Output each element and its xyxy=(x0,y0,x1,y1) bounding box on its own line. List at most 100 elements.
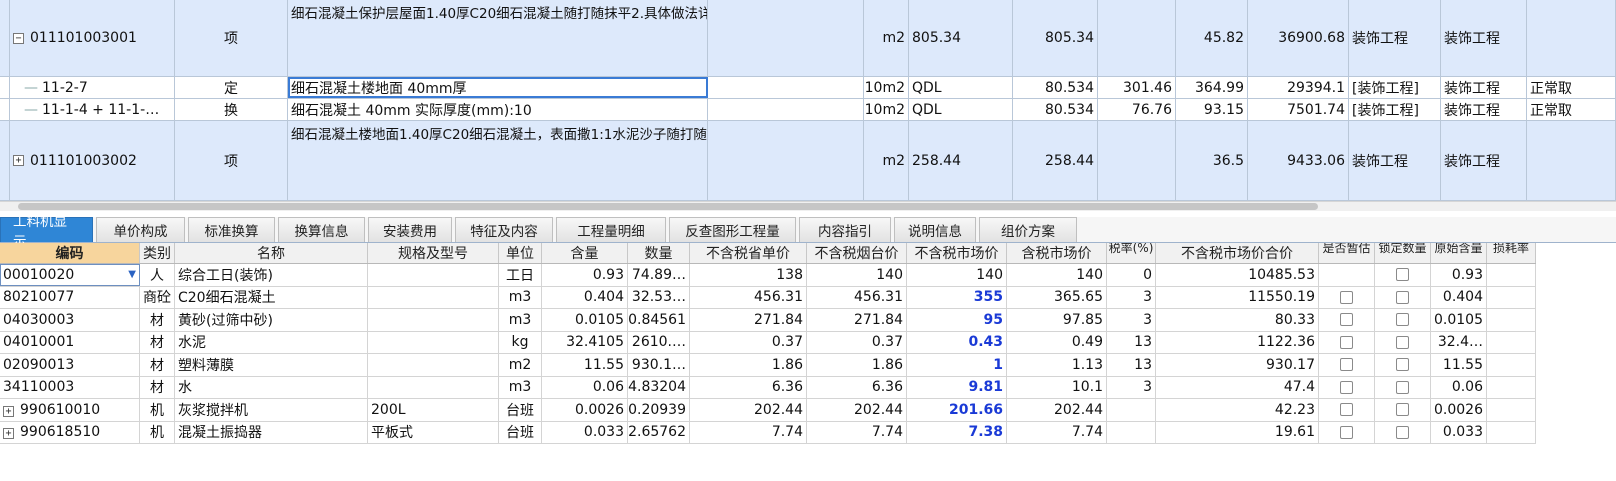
cell-market[interactable]: 9.81 xyxy=(907,376,1007,398)
cell-zg[interactable] xyxy=(1319,376,1375,398)
column-header[interactable]: 原始含量 xyxy=(1431,243,1487,263)
lock-quantity-checkbox[interactable] xyxy=(1396,313,1409,327)
column-header[interactable]: 不含税省单价 xyxy=(690,243,807,263)
material-row[interactable]: 04030003 材黄砂(过筛中砂) m3 0.0105 0.84561 271.84 27… xyxy=(0,309,1536,332)
lock-quantity-checkbox[interactable] xyxy=(1396,290,1409,304)
column-header[interactable]: 不含税市场价 xyxy=(907,243,1007,263)
cell-zg[interactable] xyxy=(1319,264,1375,286)
column-header[interactable]: 含税市场价 xyxy=(1007,243,1107,263)
lock-quantity-checkbox[interactable] xyxy=(1396,380,1409,394)
cell-sum[interactable]: 80.33 xyxy=(1156,309,1319,331)
collapse-icon[interactable]: − xyxy=(13,32,24,44)
cell-content[interactable]: 0.0105 xyxy=(542,309,628,331)
tab-5[interactable]: 安装费用 xyxy=(368,217,452,242)
cell-spec[interactable] xyxy=(368,331,499,353)
cell-spec[interactable] xyxy=(368,264,499,286)
cell-orig[interactable]: 0.0026 xyxy=(1431,399,1487,421)
cell-orig[interactable]: 0.404 xyxy=(1431,286,1487,308)
cell-cat[interactable]: 材 xyxy=(140,309,175,331)
cell-prov[interactable]: 7.74 xyxy=(690,421,807,443)
cell-code[interactable]: +011101003002 xyxy=(10,121,175,200)
cell-code[interactable]: 34110003 xyxy=(0,376,140,398)
cell-zg[interactable] xyxy=(1319,399,1375,421)
cell-sum[interactable]: 10485.53 xyxy=(1156,264,1319,286)
cell-market[interactable]: 1 xyxy=(907,354,1007,376)
cell-sum[interactable]: 19.61 xyxy=(1156,421,1319,443)
cell-orig[interactable]: 0.033 xyxy=(1431,421,1487,443)
cell-taxed[interactable]: 140 xyxy=(1007,264,1107,286)
lock-quantity-checkbox[interactable] xyxy=(1396,268,1409,282)
cell-cat[interactable]: 材 xyxy=(140,331,175,353)
cell-name[interactable]: 混凝土振捣器 xyxy=(175,421,368,443)
cell-spec[interactable] xyxy=(368,354,499,376)
cell-prov[interactable]: 6.36 xyxy=(690,376,807,398)
tab-8[interactable]: 反查图形工程量 xyxy=(669,217,796,242)
column-header[interactable]: 名称 xyxy=(175,243,368,263)
cell-zg[interactable] xyxy=(1319,421,1375,443)
cell-name[interactable]: 细石混凝土楼地面1.40厚C20细石混凝土，表面撒1:1水泥沙子随打随抹光2.具… xyxy=(288,121,708,200)
cell-taxed[interactable]: 202.44 xyxy=(1007,399,1107,421)
cell-rate[interactable] xyxy=(1107,399,1156,421)
cell-lock[interactable] xyxy=(1375,399,1431,421)
expand-icon[interactable]: + xyxy=(13,155,24,166)
cell-yt[interactable]: 7.74 xyxy=(807,421,907,443)
cell-unit[interactable]: m2 xyxy=(499,354,542,376)
bill-row[interactable]: +011101003002 项 细石混凝土楼地面 1.40厚C20细石混凝土，表面撒1… xyxy=(0,121,1616,201)
cell-yt[interactable]: 456.31 xyxy=(807,286,907,308)
cell-qty[interactable]: 32.53… xyxy=(628,286,690,308)
column-header[interactable]: 单位 xyxy=(499,243,542,263)
tab-6[interactable]: 特征及内容 xyxy=(455,217,553,242)
estimate-checkbox[interactable] xyxy=(1340,335,1353,349)
cell-taxed[interactable]: 7.74 xyxy=(1007,421,1107,443)
cell-content[interactable]: 0.0026 xyxy=(542,399,628,421)
lock-quantity-checkbox[interactable] xyxy=(1396,403,1409,417)
estimate-checkbox[interactable] xyxy=(1340,290,1353,304)
cell-code[interactable]: 00010020 ▼ xyxy=(0,264,140,286)
cell-unit[interactable]: kg xyxy=(499,331,542,353)
horizontal-scrollbar[interactable] xyxy=(0,201,1616,211)
expand-icon[interactable]: + xyxy=(3,428,14,440)
tab-2[interactable]: 单价构成 xyxy=(96,217,185,242)
cell-orig[interactable]: 0.93 xyxy=(1431,264,1487,286)
cell-rate[interactable]: 3 xyxy=(1107,376,1156,398)
cell-qty[interactable]: 4.83204 xyxy=(628,376,690,398)
column-header[interactable]: 编码 xyxy=(0,243,140,263)
column-header[interactable]: 含量 xyxy=(542,243,628,263)
cell-taxed[interactable]: 365.65 xyxy=(1007,286,1107,308)
cell-sum[interactable]: 930.17 xyxy=(1156,354,1319,376)
cell-sum[interactable]: 42.23 xyxy=(1156,399,1319,421)
cell-zg[interactable] xyxy=(1319,286,1375,308)
cell-name[interactable]: 综合工日(装饰) xyxy=(175,264,368,286)
cell-lock[interactable] xyxy=(1375,309,1431,331)
cell-spec[interactable] xyxy=(368,376,499,398)
cell-yt[interactable]: 0.37 xyxy=(807,331,907,353)
cell-yt[interactable]: 6.36 xyxy=(807,376,907,398)
cell-lock[interactable] xyxy=(1375,376,1431,398)
cell-name[interactable]: 水 xyxy=(175,376,368,398)
cell-name[interactable]: 水泥 xyxy=(175,331,368,353)
chevron-down-icon[interactable]: ▼ xyxy=(128,269,136,280)
cell-loss[interactable] xyxy=(1487,264,1536,286)
cell-code[interactable]: −011101003001 xyxy=(10,0,175,76)
cell-taxed[interactable]: 10.1 xyxy=(1007,376,1107,398)
cell-yt[interactable]: 140 xyxy=(807,264,907,286)
expand-icon[interactable]: + xyxy=(3,405,14,417)
cell-rate[interactable]: 13 xyxy=(1107,354,1156,376)
cell-yt[interactable]: 1.86 xyxy=(807,354,907,376)
cell-content[interactable]: 0.06 xyxy=(542,376,628,398)
cell-spec[interactable]: 平板式 xyxy=(368,421,499,443)
cell-lock[interactable] xyxy=(1375,421,1431,443)
cell-content[interactable]: 32.4105 xyxy=(542,331,628,353)
cell-market[interactable]: 95 xyxy=(907,309,1007,331)
column-header[interactable]: 类别 xyxy=(140,243,175,263)
cell-qty[interactable]: 2610.… xyxy=(628,331,690,353)
cell-taxed[interactable]: 97.85 xyxy=(1007,309,1107,331)
cell-rate[interactable] xyxy=(1107,421,1156,443)
cell-content[interactable]: 0.93 xyxy=(542,264,628,286)
estimate-checkbox[interactable] xyxy=(1340,380,1353,394)
cell-orig[interactable]: 11.55 xyxy=(1431,354,1487,376)
cell-market[interactable]: 355 xyxy=(907,286,1007,308)
cell-name[interactable]: 细石混凝土保护层屋面1.40厚C20细石混凝土随打随抹平2.具体做法详图集L13… xyxy=(288,0,708,76)
cell-qty[interactable]: 930.1… xyxy=(628,354,690,376)
cell-sum[interactable]: 1122.36 xyxy=(1156,331,1319,353)
